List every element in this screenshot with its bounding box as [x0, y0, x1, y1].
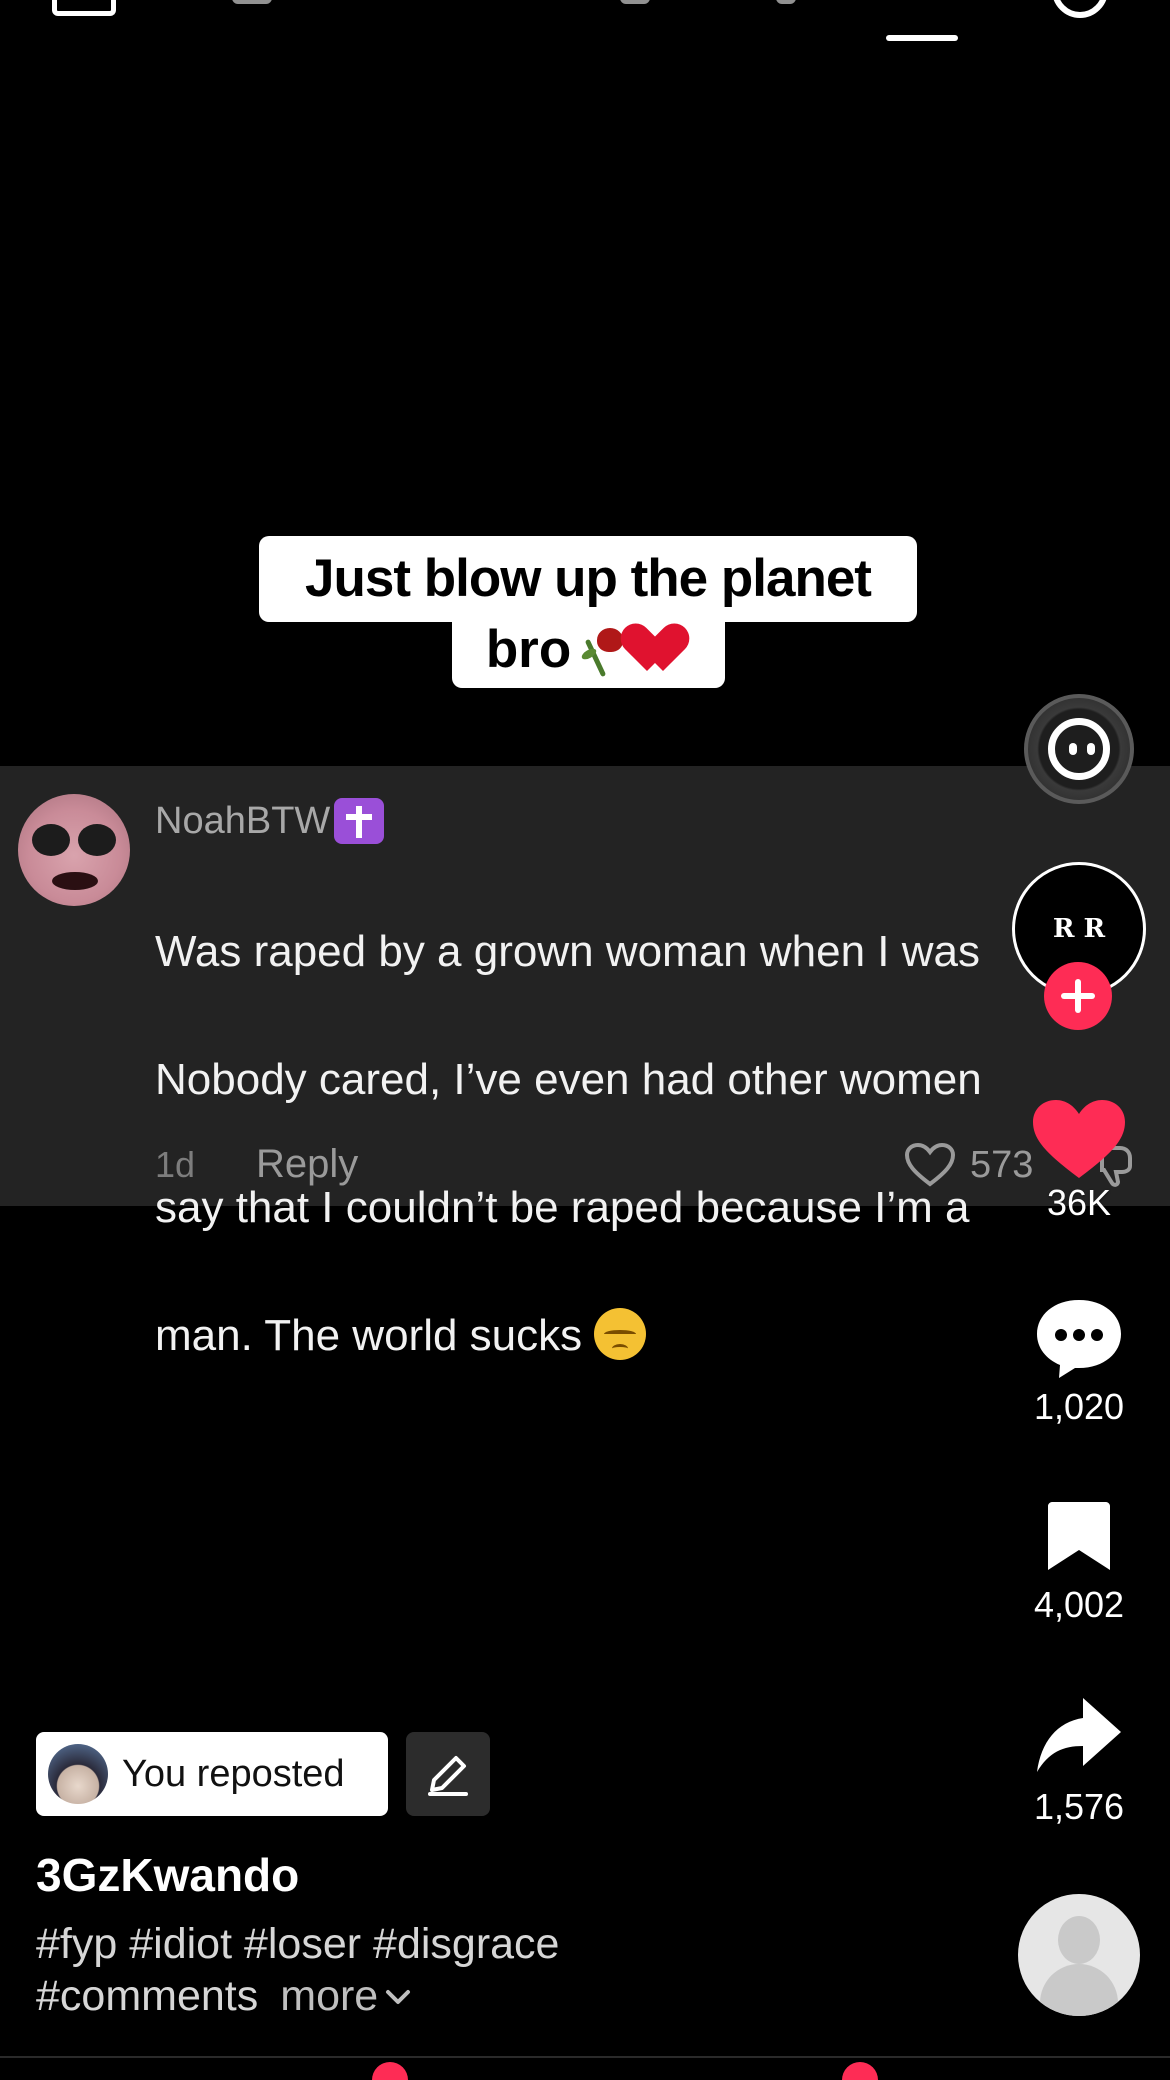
- sound-disc-avatar[interactable]: [1018, 1894, 1140, 2016]
- bottom-nav-divider: [0, 2056, 1170, 2058]
- share-count: 1,576: [1033, 1786, 1125, 1827]
- comment-timestamp: 1d: [155, 1144, 196, 1185]
- like-count: 36K: [1046, 1182, 1112, 1223]
- comment-username: NoahBTW: [155, 798, 385, 844]
- save-button[interactable]: 4,002: [1024, 1500, 1134, 1626]
- tab-shop-fragment[interactable]: [620, 0, 650, 4]
- more-label: more: [280, 1972, 379, 2020]
- cross-icon: [334, 798, 385, 844]
- repost-edit-button[interactable]: [406, 1732, 490, 1816]
- comment-line-last: man. The world sucks: [155, 1304, 1055, 1368]
- top-nav: [0, 0, 1170, 60]
- post-hashtags[interactable]: #fyp #idiot #loser #disgrace #comments mo…: [36, 1918, 756, 2022]
- speech-bubble-icon: [1037, 1300, 1121, 1378]
- tab-following-fragment[interactable]: [232, 0, 272, 4]
- broken-heart-icon: [633, 623, 691, 677]
- more-link[interactable]: more: [280, 1972, 412, 2020]
- wilted-rose-icon: [575, 622, 629, 678]
- effect-face-icon: [1048, 718, 1110, 780]
- pensive-face-icon: [594, 1308, 647, 1360]
- reposter-avatar: [48, 1744, 108, 1804]
- video-caption-line-1: Just blow up the planet: [259, 536, 917, 622]
- comment-line: Was raped by a grown woman when I was: [155, 927, 980, 976]
- tab-explore-fragment[interactable]: [776, 0, 796, 4]
- follow-button[interactable]: [1044, 962, 1112, 1030]
- share-arrow-icon: [1037, 1698, 1121, 1772]
- heart-icon: [1033, 1100, 1125, 1178]
- video-caption-text: bro: [485, 620, 572, 679]
- comment-count: 1,020: [1033, 1386, 1125, 1427]
- inbox-badge-dot: [372, 2062, 408, 2080]
- live-tv-icon[interactable]: [52, 0, 116, 16]
- repost-label: You reposted: [122, 1752, 345, 1795]
- chevron-down-icon: [386, 1990, 411, 2004]
- comment-avatar: [18, 794, 130, 906]
- search-icon[interactable]: [1052, 0, 1108, 18]
- pencil-icon: [428, 1756, 468, 1796]
- comment-username-text: NoahBTW: [155, 799, 331, 842]
- comments-button[interactable]: 1,020: [1024, 1296, 1134, 1428]
- effect-button[interactable]: [1024, 694, 1134, 804]
- comment-line: Nobody cared, I’ve even had other women: [155, 1055, 982, 1104]
- repost-pill[interactable]: You reposted: [36, 1732, 388, 1816]
- notification-badge-dot: [842, 2062, 878, 2080]
- bookmark-icon: [1048, 1502, 1110, 1570]
- comment-reply-button: Reply: [256, 1142, 359, 1186]
- save-count: 4,002: [1033, 1584, 1125, 1625]
- share-button[interactable]: 1,576: [1024, 1694, 1134, 1828]
- tab-for-you-indicator[interactable]: [886, 35, 958, 41]
- comment-heart-icon: [904, 1142, 956, 1187]
- author-name[interactable]: 3GzKwando: [36, 1848, 299, 1902]
- video-caption-line-2: bro: [452, 612, 725, 688]
- comment-line: man. The world sucks: [155, 1311, 583, 1360]
- like-button[interactable]: 36K: [1024, 1098, 1134, 1224]
